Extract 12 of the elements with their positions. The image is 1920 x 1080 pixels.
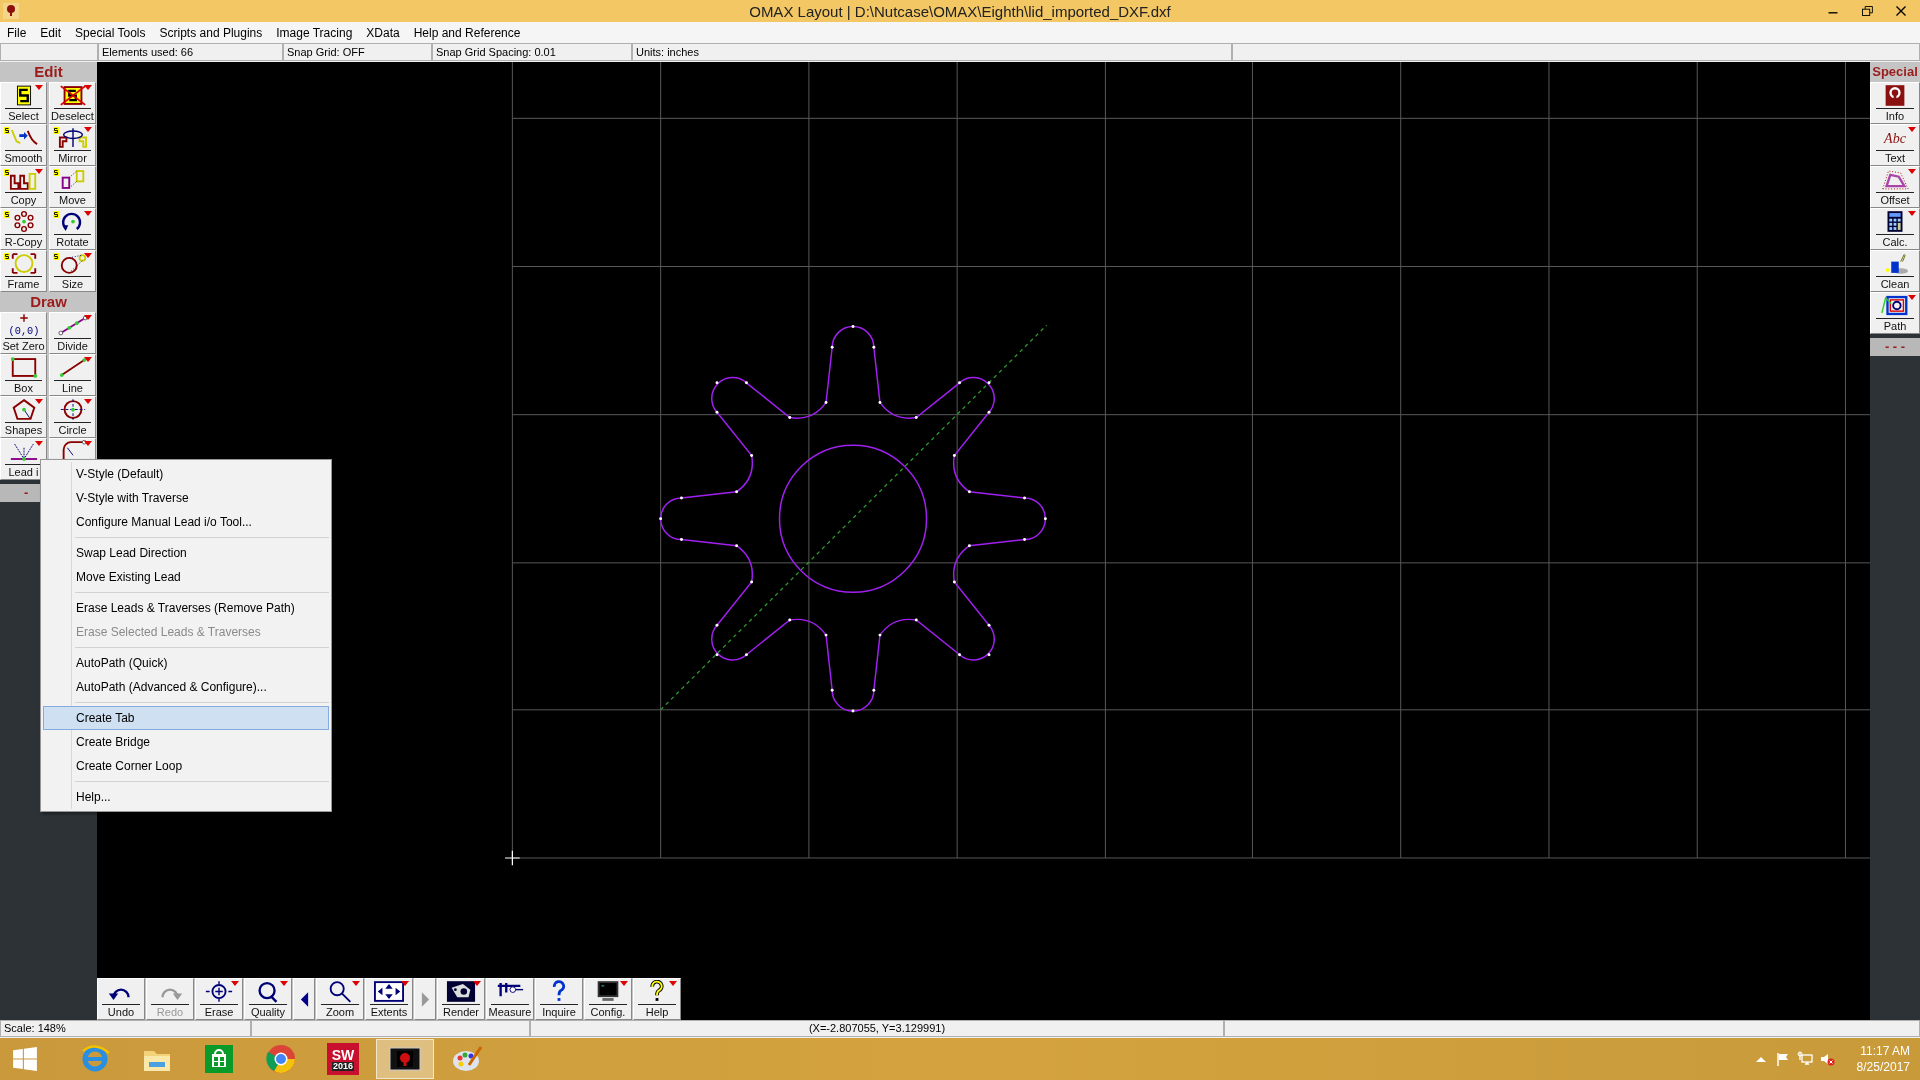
window-title: OMAX Layout | D:\Nutcase\OMAX\Eighth\lid_imported_DXF.dxf: [749, 2, 1171, 20]
scale-readout: Scale: 148%: [0, 1020, 251, 1037]
info-field: Units: inches: [632, 43, 1232, 61]
info-field: Snap Grid: OFF: [283, 43, 432, 61]
info-field: Elements used: 66: [98, 43, 283, 61]
section-header: Special: [1870, 62, 1920, 82]
section-header: Edit: [0, 62, 97, 82]
section-header: Draw: [0, 292, 97, 312]
abc-text-icon: Abc: [1880, 126, 1910, 149]
app-logo-icon: SW 2016: [327, 1043, 359, 1075]
coordinates-readout: (X=-2.807055, Y=3.129991): [530, 1020, 1224, 1037]
info-field: Snap Grid Spacing: 0.01: [432, 43, 632, 61]
